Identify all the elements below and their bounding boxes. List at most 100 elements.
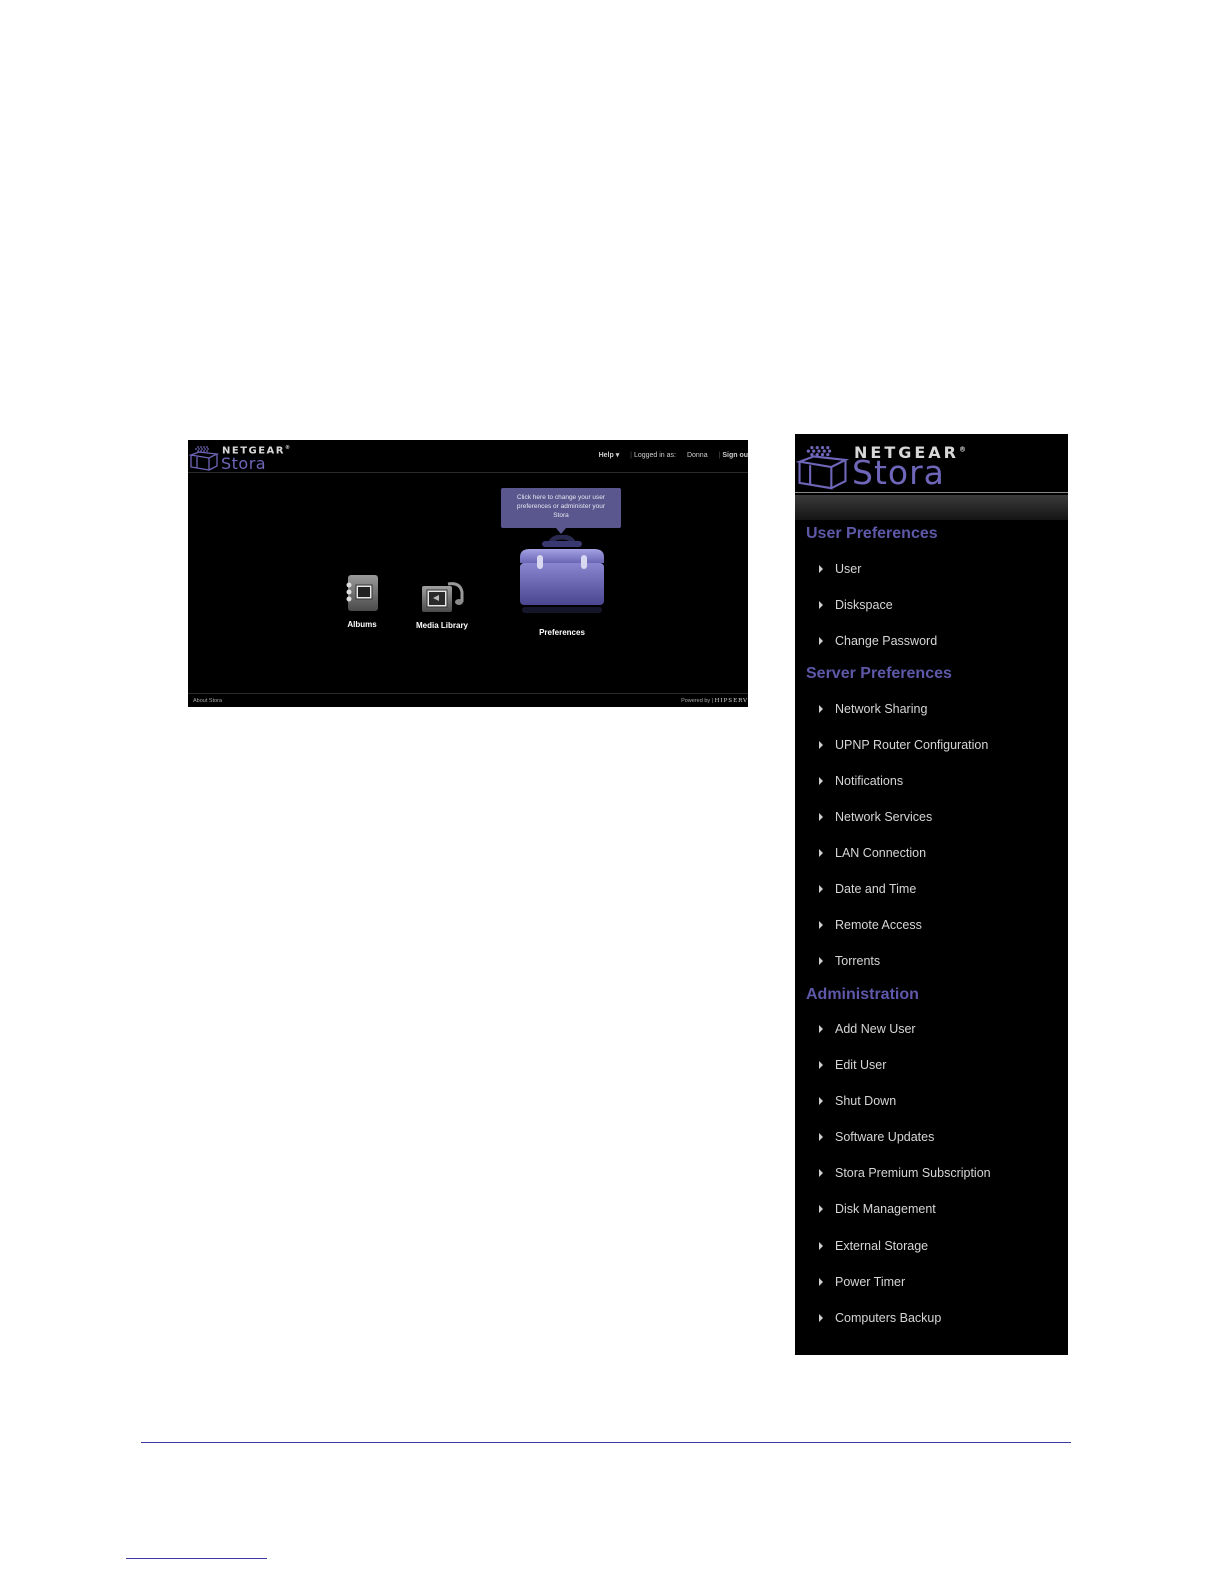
menu-item-network-sharing[interactable]: Network Sharing bbox=[819, 702, 1059, 722]
menu-item-label: Edit User bbox=[835, 1058, 887, 1072]
albums-label: Albums bbox=[347, 620, 377, 629]
tooltip-arrow bbox=[556, 528, 566, 534]
menu-item-label: Torrents bbox=[835, 954, 881, 968]
menu-item-notifications[interactable]: Notifications bbox=[819, 774, 1059, 794]
triangle-right-icon bbox=[819, 776, 823, 785]
netgear-stora-logo: NETGEAR® Stora bbox=[189, 443, 290, 473]
top-nav: Help ▾ | Logged in as: Donna | Sign ou bbox=[590, 451, 748, 459]
help-label: Help bbox=[598, 452, 614, 459]
menu-item-label: User bbox=[835, 562, 862, 576]
menu-band bbox=[795, 495, 1068, 520]
hipserv-logo: HIPSERV bbox=[714, 698, 748, 704]
menu-item-disk-management[interactable]: Disk Management bbox=[819, 1202, 1059, 1222]
menu-item-label: Change Password bbox=[835, 634, 938, 648]
menu-item-torrents[interactable]: Torrents bbox=[819, 954, 1059, 974]
menu-item-power-timer[interactable]: Power Timer bbox=[819, 1275, 1059, 1295]
media-library-label: Media Library bbox=[415, 621, 468, 630]
triangle-right-icon bbox=[819, 636, 823, 645]
stora-home-screenshot: NETGEAR® Stora Help ▾ | Logged in as: Do… bbox=[188, 440, 748, 707]
menu-item-label: Remote Access bbox=[835, 918, 922, 932]
albums-app[interactable]: Albums bbox=[334, 573, 390, 629]
powered-by: Powered by | HIPSERV bbox=[681, 698, 748, 704]
menu-item-shut-down[interactable]: Shut Down bbox=[819, 1094, 1059, 1114]
help-menu[interactable]: Help ▾ bbox=[599, 451, 620, 459]
menu-item-remote-access[interactable]: Remote Access bbox=[819, 918, 1059, 938]
menu-item-label: Disk Management bbox=[835, 1202, 936, 1216]
logged-in-label: Logged in as: bbox=[633, 452, 676, 459]
preferences-app[interactable]: Preferences bbox=[506, 534, 618, 637]
albums-icon bbox=[346, 575, 378, 611]
toolbox-icon bbox=[520, 534, 604, 613]
footer-bar: About Stora Powered by | HIPSERV bbox=[188, 693, 748, 707]
triangle-right-icon bbox=[819, 920, 823, 929]
triangle-right-icon bbox=[819, 1132, 823, 1141]
top-bar: NETGEAR® Stora Help ▾ | Logged in as: Do… bbox=[188, 440, 748, 473]
triangle-right-icon bbox=[819, 1024, 823, 1033]
menu-item-label: Power Timer bbox=[835, 1275, 906, 1289]
section-server-preferences: Server Preferences bbox=[806, 665, 952, 682]
triangle-right-icon bbox=[819, 884, 823, 893]
triangle-right-icon bbox=[819, 1313, 823, 1322]
triangle-right-icon bbox=[819, 1277, 823, 1286]
media-library-app[interactable]: Media Library bbox=[412, 580, 472, 630]
menu-item-label: UPNP Router Configuration bbox=[835, 738, 989, 752]
triangle-right-icon bbox=[819, 1168, 823, 1177]
media-library-icon bbox=[422, 582, 464, 612]
divider: | bbox=[718, 452, 721, 459]
section-user-preferences: User Preferences bbox=[806, 525, 938, 542]
menu-item-diskspace[interactable]: Diskspace bbox=[819, 598, 1059, 618]
menu-item-label: External Storage bbox=[835, 1239, 929, 1253]
divider: | bbox=[630, 452, 632, 459]
triangle-right-icon bbox=[819, 564, 823, 573]
stora-product-name: Stora bbox=[221, 454, 267, 473]
menu-item-label: Software Updates bbox=[835, 1130, 935, 1144]
triangle-right-icon bbox=[819, 956, 823, 965]
menu-item-user[interactable]: User bbox=[819, 562, 1059, 582]
menu-header: NETGEAR® Stora bbox=[795, 434, 1068, 492]
stora-product-name: Stora bbox=[852, 453, 945, 492]
menu-item-label: Add New User bbox=[835, 1022, 916, 1036]
menu-item-label: Shut Down bbox=[835, 1094, 897, 1108]
menu-item-change-password[interactable]: Change Password bbox=[819, 634, 1059, 654]
username: Donna bbox=[686, 452, 708, 459]
menu-item-upnp-router-configuration[interactable]: UPNP Router Configuration bbox=[819, 738, 1059, 758]
divider bbox=[795, 492, 1068, 493]
triangle-right-icon bbox=[819, 1060, 823, 1069]
page-rule bbox=[141, 1442, 1071, 1443]
menu-item-label: Network Sharing bbox=[835, 702, 928, 716]
triangle-right-icon bbox=[819, 600, 823, 609]
preferences-label: Preferences bbox=[539, 628, 585, 637]
stora-cube-icon bbox=[189, 446, 219, 471]
tooltip-text: Click here to change your user preferenc… bbox=[516, 494, 606, 519]
menu-item-label: Date and Time bbox=[835, 882, 917, 896]
about-stora-link[interactable]: About Stora bbox=[193, 698, 222, 704]
powered-by-label: Powered by bbox=[681, 698, 711, 704]
triangle-right-icon bbox=[819, 848, 823, 857]
menu-item-external-storage[interactable]: External Storage bbox=[819, 1239, 1059, 1259]
menu-item-label: LAN Connection bbox=[835, 846, 927, 860]
menu-item-lan-connection[interactable]: LAN Connection bbox=[819, 846, 1059, 866]
menu-item-network-services[interactable]: Network Services bbox=[819, 810, 1059, 830]
preferences-menu-screenshot: NETGEAR® Stora User Preferences User Dis… bbox=[795, 434, 1068, 1355]
footer-rule bbox=[126, 1558, 267, 1559]
menu-item-label: Notifications bbox=[835, 774, 904, 788]
chevron-down-icon: ▾ bbox=[615, 452, 620, 459]
menu-item-add-new-user[interactable]: Add New User bbox=[819, 1022, 1059, 1042]
menu-item-label: Stora Premium Subscription bbox=[835, 1166, 991, 1180]
menu-item-computers-backup[interactable]: Computers Backup bbox=[819, 1311, 1059, 1331]
triangle-right-icon bbox=[819, 1241, 823, 1250]
menu-item-label: Network Services bbox=[835, 810, 933, 824]
triangle-right-icon bbox=[819, 704, 823, 713]
menu-item-date-and-time[interactable]: Date and Time bbox=[819, 882, 1059, 902]
section-administration: Administration bbox=[806, 986, 919, 1003]
menu-item-edit-user[interactable]: Edit User bbox=[819, 1058, 1059, 1078]
triangle-right-icon bbox=[819, 740, 823, 749]
menu-item-stora-premium-subscription[interactable]: Stora Premium Subscription bbox=[819, 1166, 1059, 1186]
menu-item-software-updates[interactable]: Software Updates bbox=[819, 1130, 1059, 1150]
triangle-right-icon bbox=[819, 812, 823, 821]
triangle-right-icon bbox=[819, 1204, 823, 1213]
stora-cube-icon bbox=[796, 445, 849, 490]
sign-out-link[interactable]: Sign ou bbox=[722, 452, 748, 459]
menu-item-label: Computers Backup bbox=[835, 1311, 942, 1325]
triangle-right-icon bbox=[819, 1096, 823, 1105]
